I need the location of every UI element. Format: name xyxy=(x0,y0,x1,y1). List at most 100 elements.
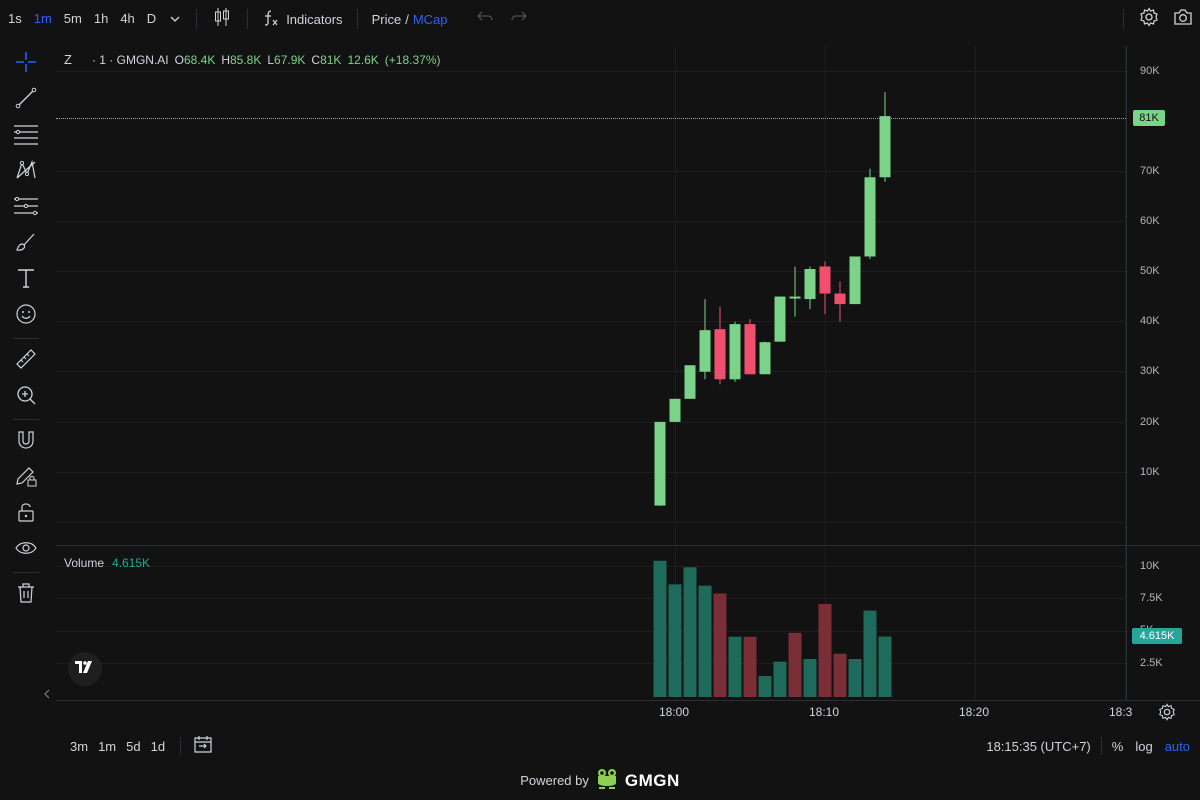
grid-line xyxy=(56,371,1126,372)
price-label: Price xyxy=(371,11,402,27)
top-right-actions xyxy=(1115,0,1200,38)
symbol-interval: · 1 · GMGN.AI xyxy=(91,52,169,67)
timeframe-d[interactable]: D xyxy=(141,0,162,38)
forecast-tool[interactable] xyxy=(0,190,52,226)
range-3m[interactable]: 3m xyxy=(65,739,93,754)
volume-bar xyxy=(803,659,817,697)
volume-axis-label: 2.5K xyxy=(1140,657,1163,669)
horizontal-lines-tool[interactable] xyxy=(0,118,52,154)
lock-all-tool[interactable] xyxy=(0,496,52,532)
log-scale-toggle[interactable]: log xyxy=(1135,739,1152,754)
zoom-in-icon xyxy=(14,383,38,412)
low-value: L 67.9K xyxy=(267,53,305,67)
pattern-icon xyxy=(14,158,38,187)
volume-label[interactable]: Volume xyxy=(64,556,104,570)
gear-icon xyxy=(1139,6,1159,32)
tool-divider xyxy=(13,572,39,573)
bottom-toolbar: 3m 1m 5d 1d 18:15:35 (UTC+7) % log auto xyxy=(0,730,1200,762)
timeframe-1s[interactable]: 1s xyxy=(0,0,28,38)
range-1m[interactable]: 1m xyxy=(93,739,121,754)
grid-line xyxy=(56,631,1126,632)
goto-date-button[interactable] xyxy=(185,735,221,758)
undo-button[interactable] xyxy=(468,0,502,38)
timeframe-5m[interactable]: 5m xyxy=(58,0,88,38)
indicators-button[interactable]: Indicators xyxy=(256,0,348,38)
change-value: 12.6K xyxy=(347,52,379,67)
volume-bar xyxy=(713,593,727,697)
calendar-icon xyxy=(193,735,213,757)
pane-separator[interactable] xyxy=(56,545,1200,546)
timeframe-1m[interactable]: 1m xyxy=(28,0,58,38)
collapse-toolbar-button[interactable] xyxy=(44,688,50,702)
horizontal-lines-icon xyxy=(13,123,39,150)
emoji-tool[interactable] xyxy=(0,298,52,334)
text-icon xyxy=(14,266,38,295)
tool-divider xyxy=(13,419,39,420)
candle-body xyxy=(774,296,786,342)
smiley-icon xyxy=(14,302,38,331)
volume-bar xyxy=(698,585,712,697)
price-axis-label: 20K xyxy=(1140,416,1160,428)
grid-line xyxy=(56,566,1126,567)
change-percent: (+18.37%) xyxy=(384,52,441,67)
time-axis-label: 18:3 xyxy=(1109,705,1133,719)
timeframe-4h[interactable]: 4h xyxy=(114,0,140,38)
grid-line xyxy=(675,46,676,700)
gmgn-brand[interactable]: GMGN xyxy=(625,771,680,791)
candle-body xyxy=(849,256,861,305)
chevron-down-icon[interactable] xyxy=(162,14,188,25)
grid-line xyxy=(56,171,1126,172)
frog-logo-icon xyxy=(595,768,619,793)
bottom-right-controls: 18:15:35 (UTC+7) % log auto xyxy=(986,730,1190,762)
grid-line xyxy=(56,472,1126,473)
lock-drawing-tool[interactable] xyxy=(0,460,52,496)
tradingview-icon xyxy=(75,660,95,678)
auto-scale-toggle[interactable]: auto xyxy=(1165,739,1190,754)
percent-scale-toggle[interactable]: % xyxy=(1112,739,1124,754)
volume-bar xyxy=(833,653,847,697)
indicators-label: Indicators xyxy=(286,11,343,27)
open-value: O 68.4K xyxy=(175,53,216,67)
tradingview-logo[interactable] xyxy=(68,652,102,686)
measure-tool[interactable] xyxy=(0,343,52,379)
crosshair-tool[interactable] xyxy=(0,46,52,82)
axis-settings-button[interactable] xyxy=(1158,703,1176,721)
brush-tool[interactable] xyxy=(0,226,52,262)
camera-icon xyxy=(1173,8,1193,31)
magnet-tool[interactable] xyxy=(0,424,52,460)
remove-drawings-tool[interactable] xyxy=(0,577,52,613)
candle-type-button[interactable] xyxy=(205,0,239,38)
candle-body xyxy=(834,293,846,305)
screenshot-button[interactable] xyxy=(1166,0,1200,38)
range-1d[interactable]: 1d xyxy=(146,739,170,754)
volume-bar xyxy=(863,610,877,697)
range-5d[interactable]: 5d xyxy=(121,739,145,754)
redo-button[interactable] xyxy=(502,0,536,38)
price-mcap-separator: / xyxy=(405,11,409,27)
timeframe-1h[interactable]: 1h xyxy=(88,0,114,38)
price-mcap-toggle[interactable]: Price / MCap xyxy=(366,0,454,38)
price-chart-canvas[interactable] xyxy=(0,0,1200,800)
grid-line xyxy=(56,71,1126,72)
time-axis-label: 18:00 xyxy=(659,705,690,719)
settings-button[interactable] xyxy=(1132,0,1166,38)
symbol-name[interactable]: Z xyxy=(64,52,72,67)
volume-bar xyxy=(848,659,862,697)
volume-bar xyxy=(758,676,772,697)
open-label: O xyxy=(174,52,184,67)
timezone-clock[interactable]: 18:15:35 (UTC+7) xyxy=(986,739,1090,754)
zoom-tool[interactable] xyxy=(0,379,52,415)
trend-line-tool[interactable] xyxy=(0,82,52,118)
grid-line xyxy=(975,46,976,700)
powered-by-footer: Powered by GMGN xyxy=(0,768,1200,793)
text-tool[interactable] xyxy=(0,262,52,298)
hide-drawings-tool[interactable] xyxy=(0,532,52,568)
volume-bar xyxy=(743,636,757,697)
pattern-tool[interactable] xyxy=(0,154,52,190)
drawing-toolbar xyxy=(0,46,52,613)
volume-bar xyxy=(788,632,802,697)
redo-icon xyxy=(510,10,527,28)
volume-bar xyxy=(683,567,697,697)
candle-body xyxy=(789,296,801,299)
toolbar-divider xyxy=(180,737,182,755)
